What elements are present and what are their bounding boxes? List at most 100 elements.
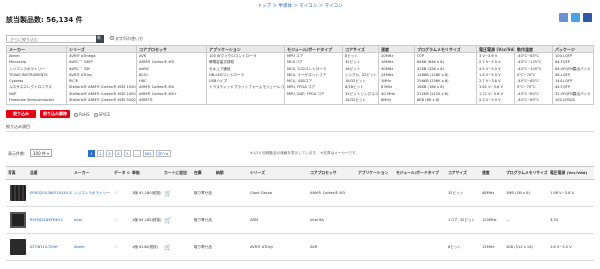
cell-core: ARM® Cortex®-M3 bbox=[310, 191, 345, 195]
filter-column: 動作温度 -40°C~85°C -40°C~125°C -40°C~105°C 0°C~… bbox=[514, 45, 552, 105]
column-header[interactable]: シリーズ bbox=[248, 170, 308, 176]
product-photo[interactable] bbox=[10, 212, 26, 228]
search-input[interactable] bbox=[6, 35, 102, 43]
filter-option[interactable]: Freescale Semiconductor bbox=[7, 97, 66, 103]
reset-button[interactable]: 絞り込み解除 bbox=[40, 110, 70, 118]
filter-option[interactable]: ARM7® bbox=[137, 97, 206, 103]
filter-option[interactable]: 16/32ビット bbox=[343, 97, 378, 103]
radio-icon bbox=[93, 112, 98, 117]
facebook-icon[interactable] bbox=[583, 13, 592, 22]
cell-core: AVR bbox=[310, 245, 318, 249]
column-header[interactable]: データ シート bbox=[112, 170, 130, 176]
column-header[interactable]: カートに追加 bbox=[162, 170, 192, 176]
datasheet-icon[interactable]: 📄 bbox=[112, 191, 130, 195]
filter-option[interactable]: 8MHz bbox=[379, 97, 414, 103]
datasheet-icon[interactable]: 📄 bbox=[112, 245, 130, 249]
rohs-radio[interactable]: RoHS bbox=[74, 112, 90, 117]
filter-header: 速度 bbox=[379, 46, 414, 53]
cell-vcc: 1.8 V~5.5 V bbox=[550, 245, 572, 249]
refine-button[interactable]: 絞り込み bbox=[6, 110, 36, 118]
cell-vcc: 1.98 V~3.8 V bbox=[550, 191, 574, 195]
cell-price: 1個 ¥4,160(税抜) bbox=[132, 217, 162, 222]
cell-speed: 120MHz bbox=[482, 218, 497, 222]
column-header[interactable]: 写真 bbox=[6, 170, 28, 176]
filter-column: メーカー Atmel Microchip シリコンラボラトリー TEXAS INSTRU… bbox=[6, 45, 66, 105]
column-header[interactable]: 品番 bbox=[28, 170, 72, 176]
filter-column: アプリケーション 100 Wマイクロコントローラ 静電容量式検知 セキュア通信 HB-L… bbox=[206, 45, 284, 105]
table-row[interactable]: R5F56318XFP#V2 Intel 📄 1個 ¥4,160(税抜) 🛒 取り寄せ品 A… bbox=[6, 207, 594, 234]
breadcrumb[interactable]: トップ ＞ 半導体 ＞ マイコン ＞ マイコン bbox=[0, 3, 600, 9]
filter-option[interactable]: -40°C~85°C bbox=[515, 97, 552, 103]
product-photo[interactable] bbox=[10, 185, 26, 201]
page-link[interactable]: 次へ ▸ bbox=[155, 150, 171, 157]
table-header: 写真品番メーカーデータ シート単価カートに追加在庫納期シリーズコアプロセッサアプ… bbox=[6, 166, 594, 180]
cell-vcc: 3.3V bbox=[550, 218, 559, 222]
filter-column: 電圧電源 (Vcc/Vdd)3 V~3.6 V2.7 V~5.5 V4.5 V~… bbox=[476, 45, 514, 105]
per-page-select[interactable]: 100 件 bbox=[30, 149, 52, 157]
filter-option[interactable]: Stellaris® ARM® Cortex®-M3S 5000 bbox=[67, 97, 136, 103]
filter-option[interactable]: 2.3 V~5.5 V bbox=[477, 97, 514, 103]
page-link[interactable]: 3 bbox=[106, 150, 113, 157]
filter-option[interactable]: トラスティッドプラットフォームモジュール (TPM) bbox=[207, 84, 284, 90]
column-header[interactable]: コアプロセッサ bbox=[308, 170, 356, 176]
cell-photo bbox=[6, 185, 28, 201]
product-photo[interactable] bbox=[10, 239, 26, 255]
cell-stock: 取り寄せ品 bbox=[194, 190, 212, 195]
filter-option[interactable]: 64-VFQFN露出パッド bbox=[553, 66, 593, 72]
search-hint-label: 文字列の使い方 bbox=[115, 36, 143, 41]
cell-size: 8ビット bbox=[448, 244, 462, 249]
cell-series: ARM bbox=[250, 218, 259, 222]
cart-icon[interactable]: 🛒 bbox=[162, 217, 192, 224]
page-link[interactable]: 2 bbox=[97, 150, 104, 157]
mail-icon[interactable] bbox=[559, 13, 568, 22]
page-link[interactable]: 5 bbox=[124, 150, 131, 157]
page-link[interactable]: 4 bbox=[115, 150, 122, 157]
column-header[interactable]: 単価 bbox=[130, 170, 162, 176]
filter-header: アプリケーション bbox=[207, 46, 284, 53]
filter-option[interactable]: MPU, DSP, FPGA コア bbox=[285, 91, 342, 97]
cell-part[interactable]: R5F56318XFP#V2 bbox=[28, 218, 72, 222]
page-link[interactable]: 1 bbox=[88, 150, 95, 157]
cell-photo bbox=[6, 239, 28, 255]
cell-maker[interactable]: Intel bbox=[72, 218, 112, 222]
filter-header: メーカー bbox=[7, 46, 66, 53]
column-header[interactable]: 在庫 bbox=[192, 170, 214, 176]
cell-part[interactable]: ATTINY10-TSHR bbox=[28, 245, 72, 249]
table-row[interactable]: EFM32GG380F1024G-E-BGA112シリコンラボラトリー📄1個 ¥… bbox=[6, 180, 594, 207]
cell-part[interactable]: EFM32GG380F1024G-E-BGA112 bbox=[28, 191, 72, 195]
help-icon bbox=[110, 36, 114, 40]
cell-core: Intel 8A bbox=[310, 218, 324, 222]
column-header[interactable]: メーカー bbox=[72, 170, 112, 176]
cell-maker[interactable]: シリコンラボラトリー bbox=[72, 191, 112, 196]
cell-size: 1コア, 32ビット bbox=[448, 217, 476, 222]
filter-option[interactable]: Stellaris® ARM® Cortex®-M3S 1000 bbox=[67, 84, 136, 90]
filter-header: 電圧電源 (Vcc/Vdd) bbox=[477, 46, 514, 53]
filter-option[interactable]: 100-LFBGA bbox=[553, 97, 593, 103]
spice-radio[interactable]: SPICE bbox=[93, 112, 110, 117]
page-link[interactable]: 561 bbox=[142, 150, 154, 157]
table-row[interactable]: ATTINY10-TSHR Atmel 📄 1個 ¥140(税抜) 🛒 取り寄せ品 AVR®… bbox=[6, 234, 594, 261]
page-title: 該当製品数: 56,134 件 bbox=[6, 16, 83, 24]
column-header[interactable]: モジュール/ボードタイプ bbox=[394, 170, 446, 176]
search-hint[interactable]: 文字列の使い方 bbox=[110, 36, 143, 42]
page-link[interactable]: ... bbox=[133, 150, 141, 157]
results-table: 写真品番メーカーデータ シート単価カートに追加在庫納期シリーズコアプロセッサアプ… bbox=[6, 166, 594, 261]
conditions-label: 絞り込み項目 bbox=[6, 124, 30, 129]
filter-header: コアプロセッサ bbox=[137, 46, 206, 53]
column-header[interactable]: 電圧電源 (Vcc/Vdd) bbox=[548, 170, 594, 176]
datasheet-icon[interactable]: 📄 bbox=[112, 218, 130, 222]
twitter-icon[interactable] bbox=[571, 13, 580, 22]
column-header[interactable]: 納期 bbox=[214, 170, 248, 176]
cell-maker[interactable]: Atmel bbox=[72, 245, 112, 249]
filter-header: 動作温度 bbox=[515, 46, 552, 53]
cell-series: AVR® ATtiny bbox=[250, 245, 274, 249]
search-button[interactable]: 🔍 bbox=[96, 35, 104, 43]
column-header[interactable]: アプリケーション bbox=[356, 170, 394, 176]
column-header[interactable]: コアサイズ bbox=[446, 170, 480, 176]
filter-option[interactable]: 8KB (8K x 8) bbox=[415, 97, 476, 103]
cart-icon[interactable]: 🛒 bbox=[162, 190, 192, 197]
cart-icon[interactable]: 🛒 bbox=[162, 244, 192, 251]
column-header[interactable]: 速度 bbox=[480, 170, 504, 176]
column-header[interactable]: プログラムメモリサイズ bbox=[504, 170, 548, 176]
cell-speed: 48MHz bbox=[482, 191, 495, 195]
